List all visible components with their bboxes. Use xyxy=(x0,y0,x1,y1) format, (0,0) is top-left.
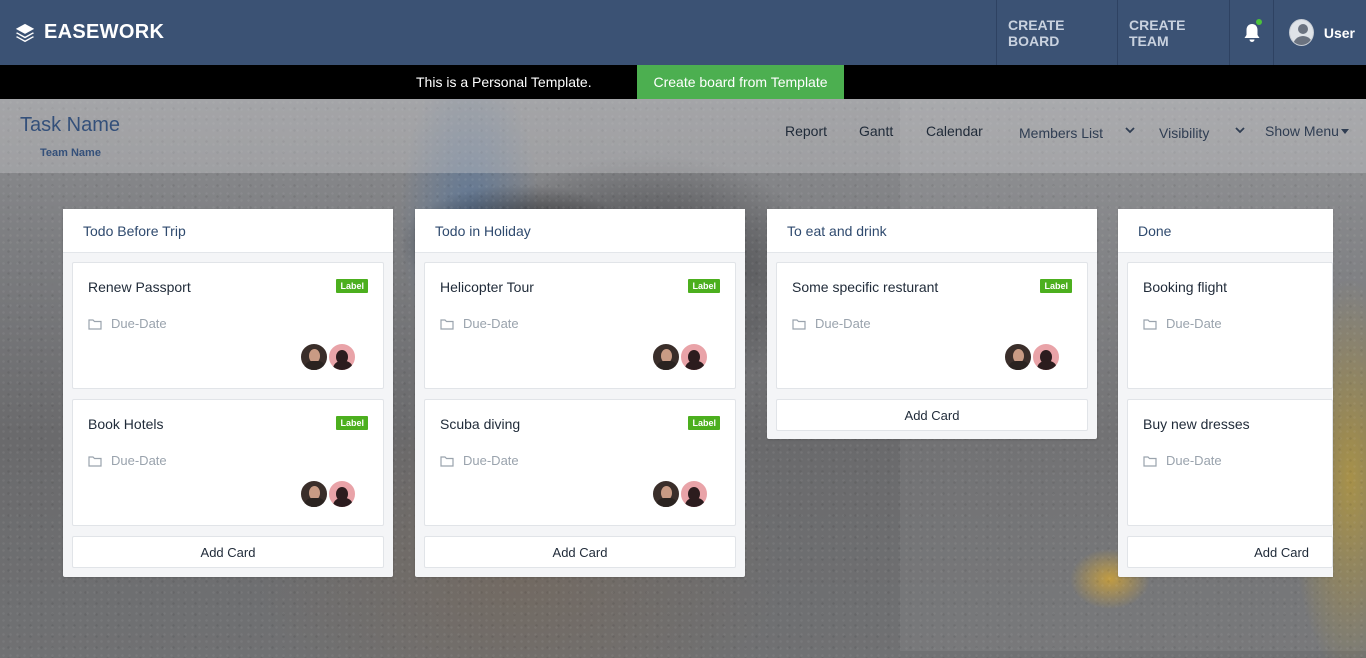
card-due-date: Due-Date xyxy=(88,453,167,468)
card-due-date: Due-Date xyxy=(1143,316,1222,331)
visibility-dropdown[interactable]: Visibility xyxy=(1159,125,1209,141)
folder-icon xyxy=(1143,318,1157,330)
list-column: To eat and drink Some specific resturant… xyxy=(767,209,1097,439)
user-avatar-icon xyxy=(1289,19,1314,46)
member-avatar[interactable] xyxy=(1003,342,1033,372)
member-avatar[interactable] xyxy=(679,479,709,509)
list-column: Done Booking flight Due-Date Buy new dre… xyxy=(1118,209,1333,577)
card-members xyxy=(299,342,359,372)
card-members xyxy=(1003,342,1063,372)
card-title: Booking flight xyxy=(1143,279,1228,295)
column-title[interactable]: To eat and drink xyxy=(767,209,1097,253)
layers-icon xyxy=(15,23,35,42)
menu-calendar[interactable]: Calendar xyxy=(926,123,983,139)
card-title: Buy new dresses xyxy=(1143,416,1250,432)
folder-icon xyxy=(88,455,102,467)
folder-icon xyxy=(792,318,806,330)
notifications-button[interactable] xyxy=(1229,0,1273,65)
card-due-date: Due-Date xyxy=(440,316,519,331)
task-card[interactable]: Booking flight Due-Date xyxy=(1127,262,1333,389)
menu-gantt[interactable]: Gantt xyxy=(859,123,893,139)
member-avatar[interactable] xyxy=(327,479,357,509)
task-card[interactable]: Buy new dresses Due-Date xyxy=(1127,399,1333,526)
list-column: Todo in Holiday Helicopter Tour Label Du… xyxy=(415,209,745,577)
card-label-badge: Label xyxy=(1040,279,1072,293)
create-team-button[interactable]: CREATE TEAM xyxy=(1117,0,1229,65)
members-list-dropdown[interactable]: Members List xyxy=(1019,125,1103,141)
task-card[interactable]: Scuba diving Label Due-Date xyxy=(424,399,736,526)
caret-down-icon[interactable] xyxy=(1341,129,1349,134)
card-title: Book Hotels xyxy=(88,416,164,432)
card-due-date: Due-Date xyxy=(440,453,519,468)
folder-icon xyxy=(440,318,454,330)
card-due-date: Due-Date xyxy=(1143,453,1222,468)
board-title[interactable]: Task Name xyxy=(20,114,120,137)
add-card-button[interactable]: Add Card xyxy=(72,536,384,568)
folder-icon xyxy=(88,318,102,330)
show-menu-button[interactable]: Show Menu xyxy=(1265,123,1339,139)
menu-report[interactable]: Report xyxy=(785,123,827,139)
member-avatar[interactable] xyxy=(651,479,681,509)
create-board-from-template-button[interactable]: Create board from Template xyxy=(637,65,844,99)
card-members xyxy=(651,342,711,372)
card-title: Scuba diving xyxy=(440,416,521,432)
chevron-down-icon[interactable] xyxy=(1235,127,1245,134)
column-title[interactable]: Todo in Holiday xyxy=(415,209,745,253)
card-label-badge: Label xyxy=(336,279,368,293)
column-title[interactable]: Todo Before Trip xyxy=(63,209,393,253)
add-card-button[interactable]: Add Card xyxy=(1127,536,1333,568)
list-column: Todo Before Trip Renew Passport Label Du… xyxy=(63,209,393,577)
add-card-button[interactable]: Add Card xyxy=(776,399,1088,431)
bell-icon xyxy=(1244,23,1259,42)
card-title: Helicopter Tour xyxy=(440,279,534,295)
member-avatar[interactable] xyxy=(299,479,329,509)
card-label-badge: Label xyxy=(688,279,720,293)
task-card[interactable]: Book Hotels Label Due-Date xyxy=(72,399,384,526)
card-due-date: Due-Date xyxy=(792,316,871,331)
add-card-button[interactable]: Add Card xyxy=(424,536,736,568)
board-team-name[interactable]: Team Name xyxy=(40,147,101,159)
user-name: User xyxy=(1323,24,1355,41)
chevron-down-icon[interactable] xyxy=(1125,127,1135,134)
card-label-badge: Label xyxy=(688,416,720,430)
task-card[interactable]: Some specific resturant Label Due-Date xyxy=(776,262,1088,389)
notification-dot xyxy=(1256,19,1262,25)
card-members xyxy=(299,479,359,509)
top-navbar: EASEWORK CREATE BOARD CREATE TEAM User xyxy=(0,0,1366,65)
folder-icon xyxy=(1143,455,1157,467)
task-card[interactable]: Helicopter Tour Label Due-Date xyxy=(424,262,736,389)
card-label-badge: Label xyxy=(336,416,368,430)
member-avatar[interactable] xyxy=(679,342,709,372)
brand-name: EASEWORK xyxy=(44,21,165,43)
template-message: This is a Personal Template. xyxy=(416,74,592,90)
task-card[interactable]: Renew Passport Label Due-Date xyxy=(72,262,384,389)
user-menu[interactable]: User xyxy=(1273,0,1366,65)
create-board-button[interactable]: CREATE BOARD xyxy=(996,0,1117,65)
column-title[interactable]: Done xyxy=(1118,209,1333,253)
folder-icon xyxy=(440,455,454,467)
card-members xyxy=(651,479,711,509)
brand-logo[interactable]: EASEWORK xyxy=(14,21,164,44)
member-avatar[interactable] xyxy=(327,342,357,372)
card-title: Some specific resturant xyxy=(792,279,939,295)
card-title: Renew Passport xyxy=(88,279,191,295)
member-avatar[interactable] xyxy=(651,342,681,372)
member-avatar[interactable] xyxy=(299,342,329,372)
template-banner: This is a Personal Template. Create boar… xyxy=(0,65,1366,99)
card-due-date: Due-Date xyxy=(88,316,167,331)
member-avatar[interactable] xyxy=(1031,342,1061,372)
